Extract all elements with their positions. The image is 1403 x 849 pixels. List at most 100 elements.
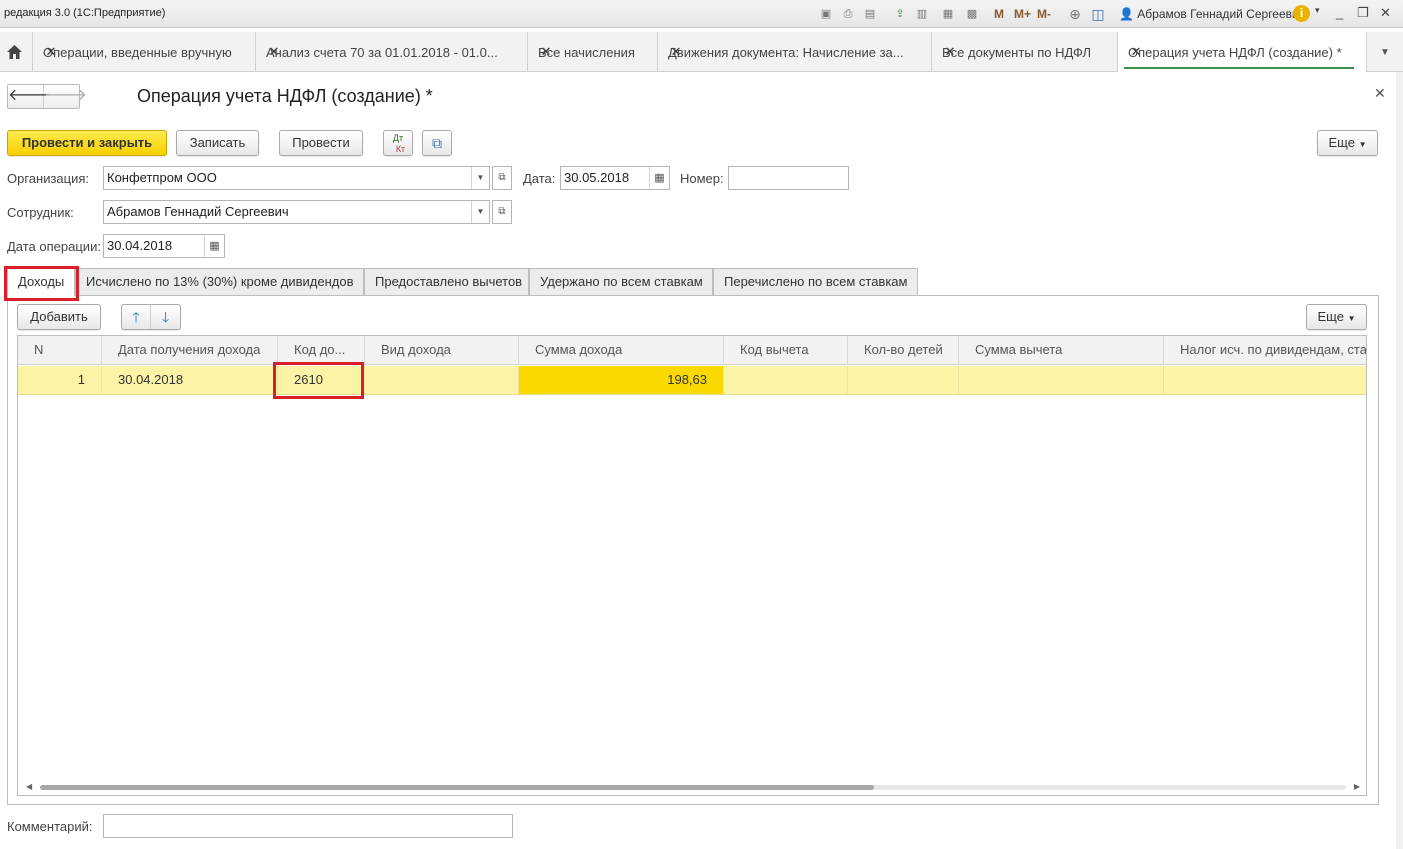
open-employee-icon[interactable]: ⧉ bbox=[492, 200, 512, 224]
close-form-icon[interactable]: ✕ bbox=[1374, 85, 1386, 102]
calendar-icon[interactable]: ▦ bbox=[204, 235, 224, 257]
save-button[interactable]: Записать bbox=[176, 130, 259, 156]
cell-income-sum[interactable]: 198,63 bbox=[518, 366, 723, 394]
employee-value: Абрамов Геннадий Сергеевич bbox=[107, 204, 289, 219]
chevron-down-icon[interactable]: ▼ bbox=[471, 167, 489, 189]
column-header-income-code[interactable]: Код до... bbox=[277, 336, 364, 365]
table-more-button[interactable]: Еще ▼ bbox=[1306, 304, 1367, 330]
vertical-scrollbar[interactable] bbox=[1396, 72, 1403, 849]
cell-children[interactable] bbox=[847, 366, 958, 394]
tab-deductions[interactable]: Предоставлено вычетов bbox=[364, 268, 529, 295]
chevron-down-icon: ▼ bbox=[1358, 140, 1367, 149]
chevron-down-icon: ▼ bbox=[1347, 314, 1356, 323]
memory-m-button[interactable]: M bbox=[994, 7, 1004, 21]
column-header-children[interactable]: Кол-во детей bbox=[847, 336, 958, 365]
chevron-down-icon[interactable]: ▾ bbox=[1315, 5, 1320, 16]
open-tab-label: Все начисления bbox=[538, 44, 635, 60]
calculator-icon[interactable]: ▦ bbox=[940, 6, 956, 22]
memory-minus-button[interactable]: M- bbox=[1037, 7, 1051, 21]
open-tab-manual-operations[interactable]: Операции, введенные вручную ✕ bbox=[32, 32, 254, 72]
forward-arrow-icon[interactable]: 🡒 bbox=[44, 85, 87, 108]
table-row[interactable]: 1 30.04.2018 2610 198,63 bbox=[18, 366, 1366, 395]
restore-icon[interactable]: ❐ bbox=[1357, 5, 1369, 21]
document-icon[interactable]: ▥ bbox=[914, 6, 930, 22]
zoom-icon[interactable]: ⊕ bbox=[1067, 6, 1083, 22]
column-header-income-sum[interactable]: Сумма дохода bbox=[518, 336, 723, 365]
cell-n[interactable]: 1 bbox=[18, 366, 101, 394]
column-header-deduction-code[interactable]: Код вычета bbox=[723, 336, 847, 365]
home-button[interactable] bbox=[0, 32, 28, 72]
open-tab-label: Анализ счета 70 за 01.01.2018 - 01.0... bbox=[266, 44, 498, 60]
employee-label: Сотрудник: bbox=[7, 205, 74, 220]
column-header-n[interactable]: N bbox=[18, 336, 101, 365]
preview-icon[interactable]: ▤ bbox=[862, 6, 878, 22]
move-down-icon[interactable]: 🡓 bbox=[151, 305, 180, 329]
column-header-deduction-sum[interactable]: Сумма вычета bbox=[958, 336, 1163, 365]
open-tab-all-accruals[interactable]: Все начисления ✕ bbox=[527, 32, 657, 72]
scroll-thumb[interactable] bbox=[40, 785, 874, 790]
number-field[interactable] bbox=[728, 166, 849, 190]
navigation-buttons: 🡐 🡒 bbox=[7, 84, 87, 109]
app-title: редакция 3.0 (1С:Предприятие) bbox=[4, 7, 166, 19]
highlight-income-code bbox=[273, 362, 364, 399]
operation-date-field[interactable]: 30.04.2018 ▦ bbox=[103, 234, 225, 258]
post-button[interactable]: Провести bbox=[279, 130, 363, 156]
open-tab-account-analysis[interactable]: Анализ счета 70 за 01.01.2018 - 01.0... ✕ bbox=[255, 32, 527, 72]
calendar-icon[interactable]: ▩ bbox=[964, 6, 980, 22]
tab-transferred[interactable]: Перечислено по всем ставкам bbox=[713, 268, 918, 295]
column-header-income-date[interactable]: Дата получения дохода bbox=[101, 336, 277, 365]
cell-deduction-code[interactable] bbox=[723, 366, 847, 394]
info-icon[interactable]: i bbox=[1293, 5, 1310, 22]
form-title: Операция учета НДФЛ (создание) * bbox=[137, 86, 433, 106]
more-button[interactable]: Еще ▼ bbox=[1317, 130, 1378, 156]
organization-field[interactable]: Конфетпром ООО ▼ bbox=[103, 166, 490, 190]
tab-withheld[interactable]: Удержано по всем ставкам bbox=[529, 268, 713, 295]
column-header-income-kind[interactable]: Вид дохода bbox=[364, 336, 518, 365]
open-tab-ndfl-documents[interactable]: Все документы по НДФЛ ✕ bbox=[931, 32, 1117, 72]
move-up-icon[interactable]: 🡑 bbox=[122, 305, 151, 329]
close-window-icon[interactable]: ✕ bbox=[1380, 5, 1391, 21]
back-arrow-icon[interactable]: 🡐 bbox=[8, 85, 51, 108]
number-label: Номер: bbox=[680, 171, 724, 186]
memory-plus-button[interactable]: M+ bbox=[1014, 7, 1031, 21]
open-tab-ndfl-operation[interactable]: Операция учета НДФЛ (создание) * ✕ bbox=[1117, 32, 1366, 72]
current-user[interactable]: 👤 Абрамов Геннадий Сергеевич bbox=[1119, 7, 1305, 21]
save-icon[interactable]: ▣ bbox=[818, 6, 834, 22]
date-field[interactable]: 30.05.2018 ▦ bbox=[560, 166, 670, 190]
cell-income-kind[interactable] bbox=[364, 366, 518, 394]
open-tabs-strip: Операции, введенные вручную ✕ Анализ счет… bbox=[0, 32, 1403, 72]
minimize-icon[interactable]: _ bbox=[1336, 5, 1343, 20]
user-name: Абрамов Геннадий Сергеевич bbox=[1137, 7, 1305, 21]
highlight-income-tab bbox=[4, 266, 79, 301]
scroll-right-icon[interactable]: ▶ bbox=[1354, 782, 1360, 791]
open-organization-icon[interactable]: ⧉ bbox=[492, 166, 512, 190]
scroll-left-icon[interactable]: ◀ bbox=[26, 782, 32, 791]
calendar-icon[interactable]: ▦ bbox=[649, 167, 669, 189]
structure-icon[interactable]: ⧉ bbox=[422, 130, 452, 156]
dt-kt-icon[interactable]: Дт Кт bbox=[383, 130, 413, 156]
comment-field[interactable] bbox=[103, 814, 513, 838]
post-and-close-button[interactable]: Провести и закрыть bbox=[7, 130, 167, 156]
tab-calculated-13-30[interactable]: Исчислено по 13% (30%) кроме дивидендов bbox=[75, 268, 364, 295]
tabs-list-button[interactable]: ▼ bbox=[1366, 32, 1403, 72]
add-button[interactable]: Добавить bbox=[17, 304, 101, 330]
active-tab-indicator bbox=[1124, 67, 1354, 69]
cell-deduction-sum[interactable] bbox=[958, 366, 1163, 394]
comment-label: Комментарий: bbox=[7, 819, 93, 834]
open-tab-document-movements[interactable]: Движения документа: Начисление за... ✕ bbox=[657, 32, 931, 72]
operation-date-label: Дата операции: bbox=[7, 239, 101, 254]
organization-label: Организация: bbox=[7, 171, 90, 186]
more-label: Еще bbox=[1328, 135, 1355, 150]
panels-icon[interactable]: ◫ bbox=[1090, 6, 1106, 22]
chevron-down-icon: ▼ bbox=[1380, 46, 1390, 58]
horizontal-scrollbar[interactable]: ◀ ▶ bbox=[18, 779, 1366, 795]
cell-tax-dividends[interactable] bbox=[1163, 366, 1366, 394]
chevron-down-icon[interactable]: ▼ bbox=[471, 201, 489, 223]
date-value: 30.05.2018 bbox=[564, 170, 630, 185]
print-icon[interactable]: ⎙ bbox=[840, 6, 856, 22]
upload-icon[interactable]: ⇪ bbox=[892, 6, 908, 22]
cell-income-date[interactable]: 30.04.2018 bbox=[101, 366, 277, 394]
employee-field[interactable]: Абрамов Геннадий Сергеевич ▼ bbox=[103, 200, 490, 224]
move-buttons: 🡑 🡓 bbox=[121, 304, 181, 330]
column-header-tax-dividends[interactable]: Налог исч. по дивидендам, ста bbox=[1163, 336, 1366, 365]
